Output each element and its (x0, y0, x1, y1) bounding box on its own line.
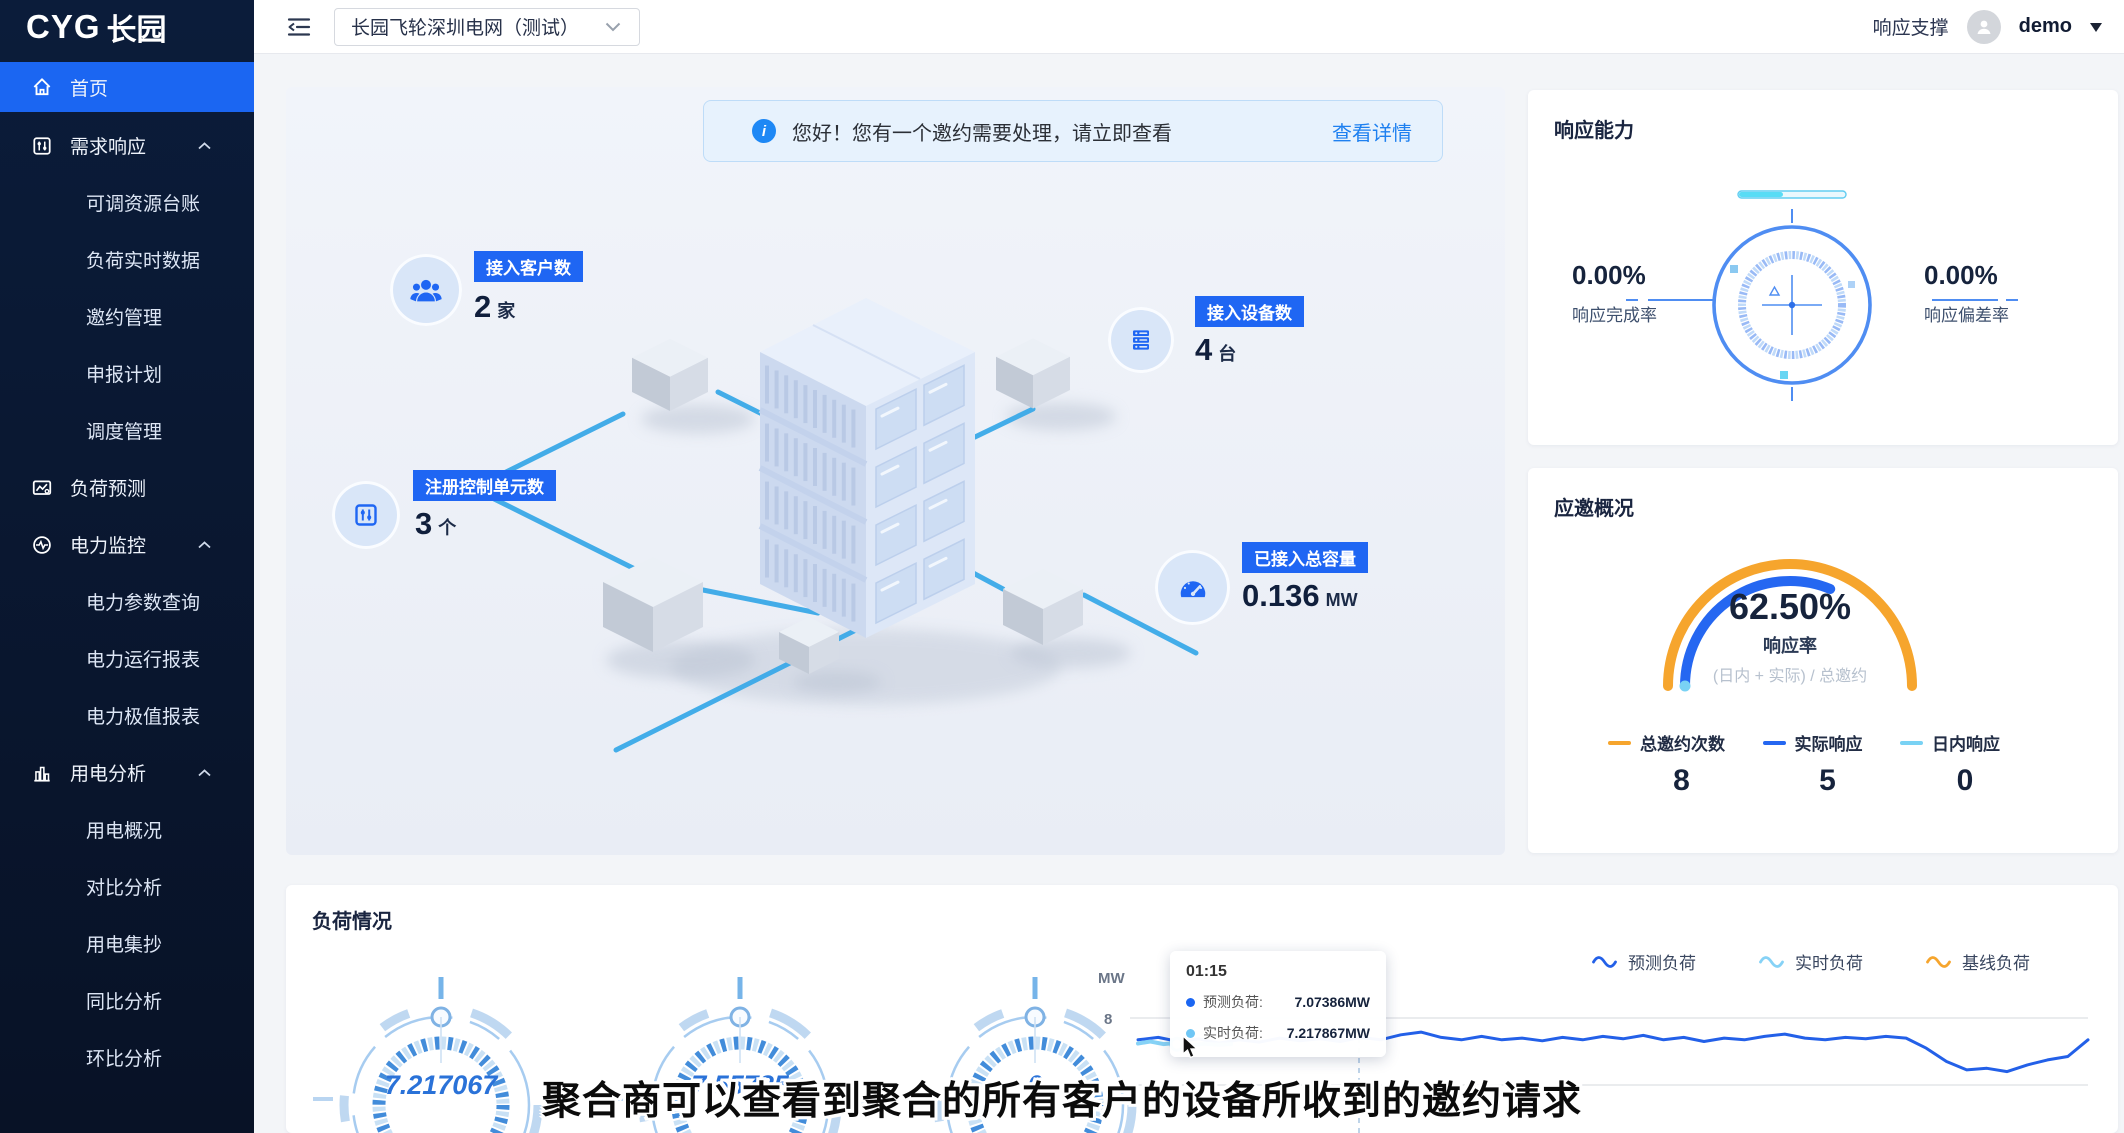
invitation-overview-panel: 应邀概况 62.50% 响应率 (日内 + 实际) / 总邀约 总邀约次数8 实际… (1528, 468, 2118, 853)
sidebar-item-申报计划[interactable]: 申报计划 (0, 345, 254, 402)
region-dropdown[interactable]: 长园飞轮深圳电网（测试） (334, 8, 640, 46)
legend-item-实际响应[interactable]: 实际响应5 (1763, 730, 1863, 798)
username[interactable]: demo (2019, 15, 2072, 38)
logo-text-en: CYG (26, 8, 101, 46)
sidebar-item-电力参数查询[interactable]: 电力参数查询 (0, 573, 254, 630)
response-rate-formula: (日内 + 实际) / 总邀约 (1640, 662, 1940, 686)
deviation-rate-metric: 0.00% 响应偏差率 (1924, 260, 2064, 326)
home-icon (30, 75, 54, 99)
legend-item-日内响应[interactable]: 日内响应0 (1900, 730, 2000, 798)
tooltip-row: 预测负荷:7.07386MW (1186, 992, 1370, 1012)
stat-value: 2 家 (474, 289, 515, 325)
sidebar-item-环比分析[interactable]: 环比分析 (0, 1029, 254, 1086)
y-axis-unit: MW (1098, 970, 1125, 987)
customers-icon (390, 254, 462, 326)
connector-line (1626, 299, 1638, 301)
notification-banner: i 您好！您有一个邀约需要处理，请立即查看 查看详情 (703, 100, 1443, 162)
sidebar-nav: 首页需求响应可调资源台账负荷实时数据邀约管理申报计划调度管理负荷预测电力监控电力… (0, 62, 254, 1086)
y-axis-tick: 8 (1104, 1011, 1112, 1028)
legend-color-dash (1900, 741, 1923, 745)
banner-message: 您好！您有一个邀约需要处理，请立即查看 (792, 117, 1172, 146)
panel-title: 负荷情况 (312, 905, 392, 934)
legend-color-dash (1763, 741, 1786, 745)
sidebar-item-用电集抄[interactable]: 用电集抄 (0, 915, 254, 972)
capacity-icon (1155, 550, 1230, 625)
view-details-link[interactable]: 查看详情 (1332, 117, 1412, 146)
region-dropdown-value: 长园飞轮深圳电网（测试） (351, 13, 579, 40)
invitation-legend: 总邀约次数8 实际响应5 日内响应0 (1608, 730, 2000, 798)
chevron-down-icon (605, 22, 621, 32)
connector-line (1932, 299, 1998, 301)
avatar[interactable] (1967, 10, 2001, 44)
user-icon (1974, 17, 1994, 37)
info-icon: i (752, 119, 776, 143)
chevron-up-icon (197, 768, 212, 778)
panel-title: 应邀概况 (1554, 492, 1634, 521)
logo-text-cn: 长园 (107, 5, 167, 49)
sidebar-item-电力监控[interactable]: 电力监控 (0, 516, 254, 573)
sidebar-item-同比分析[interactable]: 同比分析 (0, 972, 254, 1029)
response-radar-gauge (1692, 185, 1892, 425)
chevron-up-icon (197, 141, 212, 151)
load-gauge: 7.217067 (311, 970, 571, 1133)
topbar-right: 响应支撑 demo (1873, 10, 2124, 44)
legend-value: 0 (1900, 764, 2000, 798)
analysis-icon (30, 761, 54, 785)
stat-label: 已接入总容量 (1242, 542, 1368, 573)
datacenter-illustration (436, 205, 1376, 765)
stat-label: 接入客户数 (474, 251, 583, 282)
forecast-icon (30, 476, 54, 500)
monitor-icon (30, 533, 54, 557)
sidebar-collapse-icon[interactable] (286, 16, 312, 38)
response-capability-panel: 响应能力 0.00% 响应完成率 0.00% 响应偏差率 (1528, 90, 2118, 445)
sidebar-item-电力运行报表[interactable]: 电力运行报表 (0, 630, 254, 687)
sidebar-item-可调资源台账[interactable]: 可调资源台账 (0, 174, 254, 231)
demand-icon (30, 134, 54, 158)
sidebar-item-首页[interactable]: 首页 (0, 62, 254, 112)
legend-item-总邀约次数[interactable]: 总邀约次数8 (1608, 730, 1725, 798)
svg-text:7.217067: 7.217067 (385, 1070, 500, 1100)
panel-title: 响应能力 (1554, 114, 1634, 143)
chevron-up-icon (197, 540, 212, 550)
sidebar-item-用电分析[interactable]: 用电分析 (0, 744, 254, 801)
response-rate-value: 62.50% (1640, 586, 1940, 628)
mouse-cursor (1179, 1035, 1203, 1061)
app-logo: CYG 长园 (0, 0, 254, 54)
sidebar-item-邀约管理[interactable]: 邀约管理 (0, 288, 254, 345)
sidebar-item-需求响应[interactable]: 需求响应 (0, 117, 254, 174)
legend-color-dash (1608, 741, 1631, 745)
user-menu-caret-icon[interactable] (2090, 23, 2102, 38)
control-units-icon (332, 481, 400, 549)
sidebar-item-负荷预测[interactable]: 负荷预测 (0, 459, 254, 516)
legend-value: 8 (1608, 764, 1725, 798)
series-dot (1186, 998, 1195, 1007)
legend-value: 5 (1763, 764, 1863, 798)
completion-rate-metric: 0.00% 响应完成率 (1572, 260, 1712, 326)
stat-value: 4 台 (1195, 332, 1236, 368)
support-link[interactable]: 响应支撑 (1873, 13, 1949, 40)
topbar: 长园飞轮深圳电网（测试） 响应支撑 demo (254, 0, 2124, 54)
stat-label: 注册控制单元数 (413, 470, 556, 501)
sidebar-item-电力极值报表[interactable]: 电力极值报表 (0, 687, 254, 744)
stat-label: 接入设备数 (1195, 296, 1304, 327)
video-caption: 聚合商可以查看到聚合的所有客户的设备所收到的邀约请求 (542, 1070, 1582, 1126)
stat-value: 0.136 MW (1242, 578, 1358, 614)
sidebar-item-用电概况[interactable]: 用电概况 (0, 801, 254, 858)
connector-line (2006, 299, 2018, 301)
stat-value: 3 个 (415, 506, 456, 542)
devices-icon (1108, 307, 1174, 373)
sidebar-item-调度管理[interactable]: 调度管理 (0, 402, 254, 459)
sidebar-item-负荷实时数据[interactable]: 负荷实时数据 (0, 231, 254, 288)
sidebar-item-对比分析[interactable]: 对比分析 (0, 858, 254, 915)
tooltip-row: 实时负荷:7.217867MW (1186, 1023, 1370, 1043)
overview-panel: i 您好！您有一个邀约需要处理，请立即查看 查看详情 接入客户数 (286, 87, 1505, 855)
sidebar: CYG 长园 首页需求响应可调资源台账负荷实时数据邀约管理申报计划调度管理负荷预… (0, 0, 254, 1133)
response-rate-label: 响应率 (1640, 632, 1940, 658)
tooltip-time: 01:15 (1186, 963, 1370, 981)
